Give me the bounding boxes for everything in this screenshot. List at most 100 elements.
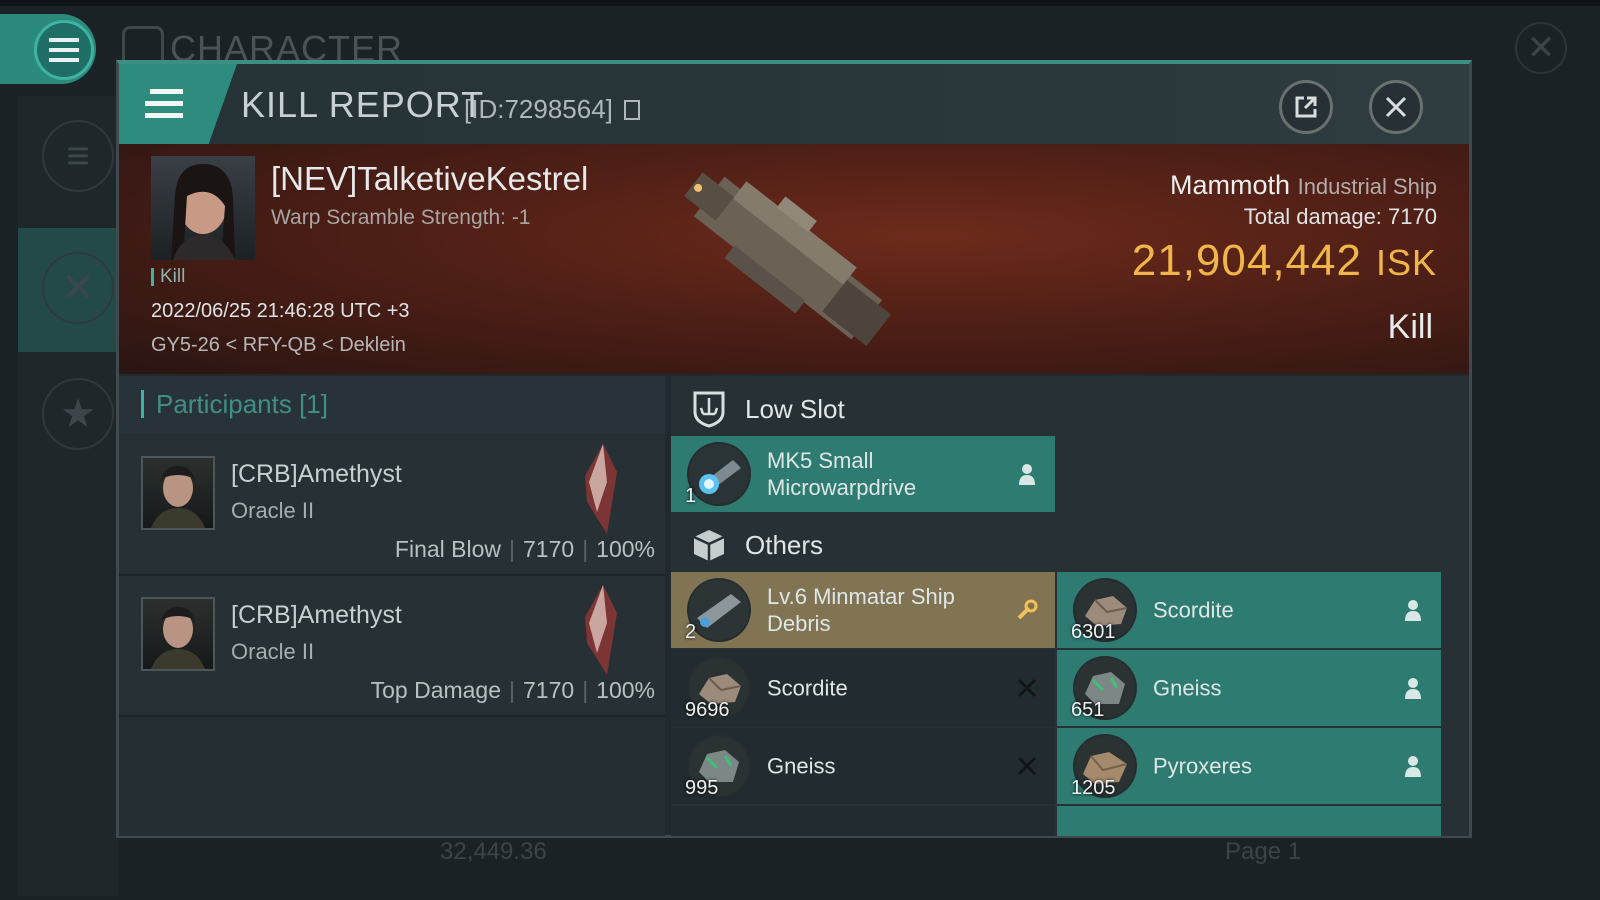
participant-portrait (151, 466, 205, 528)
item-quantity: 6301 (1071, 621, 1116, 643)
low-slot-header: Low Slot (671, 376, 1469, 442)
item-name: MK5 Small Microwarpdrive (767, 448, 917, 500)
person-icon (1399, 674, 1427, 702)
item-slot[interactable]: 995 Gneiss (671, 728, 1055, 804)
ship-type: Mammoth (1170, 170, 1291, 200)
ship-class: Industrial Ship (1297, 174, 1437, 199)
report-id: [ID:7298564] (464, 94, 641, 125)
background-sidebar (18, 96, 118, 896)
header-menu-button[interactable] (119, 64, 237, 144)
participant-role: Final Blow (394, 536, 502, 562)
copy-icon[interactable] (624, 100, 641, 120)
participant-name: [CRB]Amethyst (231, 460, 402, 488)
item-name: Scordite (1153, 597, 1234, 623)
isk-unit: ISK (1375, 242, 1437, 283)
oracle-ship-icon (585, 444, 617, 534)
victim-name[interactable]: [NEV]TalketiveKestrel (271, 160, 588, 198)
person-icon (1013, 460, 1041, 488)
page-indicator: Page 1 (1225, 838, 1302, 865)
item-quantity: 995 (685, 777, 719, 799)
isk-value: 21,904,442 ISK (1132, 236, 1437, 286)
sidebar-menu-icon[interactable]: ≡ (42, 120, 114, 192)
victim-avatar[interactable] (151, 156, 255, 260)
sidebar-combat-icon[interactable]: ✕ (42, 252, 114, 324)
item-name: Lv.6 Minmatar Ship Debris (767, 584, 955, 636)
close-button[interactable] (1369, 80, 1423, 134)
background-footer: 32,449.36 Page 1 (350, 838, 1570, 878)
participant-role: Top Damage (370, 677, 502, 703)
participant-ship: Oracle II (231, 639, 315, 664)
modal-header: KILL REPORT [ID:7298564] (119, 64, 1469, 144)
participant-ship: Oracle II (231, 498, 315, 523)
top-bar (0, 0, 1600, 6)
export-icon (1295, 96, 1317, 118)
x-icon (1013, 752, 1041, 780)
participants-panel: Participants [1] [CRB]Amethyst Oracle II… (119, 376, 665, 836)
participant-avatar[interactable] (141, 597, 215, 671)
kill-location[interactable]: GY5-26 < RFY-QB < Deklein (151, 334, 406, 357)
background-close-icon[interactable]: ✕ (1515, 22, 1567, 74)
item-name: Pyroxeres (1153, 753, 1253, 779)
others-header: Others (671, 512, 1469, 578)
item-quantity: 2 (685, 621, 697, 643)
participant-percent: 100% (596, 677, 655, 703)
ship-debris-icon (687, 578, 751, 642)
ship-name[interactable]: Mammoth Industrial Ship (1170, 170, 1437, 201)
item-slot-partial[interactable] (671, 806, 1055, 836)
item-quantity: 1205 (1071, 777, 1116, 799)
main-menu-button[interactable] (34, 20, 94, 80)
others-label: Others (745, 529, 824, 560)
item-name: Gneiss (1153, 675, 1222, 701)
participant-percent: 100% (596, 536, 655, 562)
report-id-text: [ID:7298564] (464, 94, 613, 124)
wallet-amount: 32,449.36 (440, 838, 547, 865)
participants-title: Participants [1] (141, 390, 328, 418)
victim-portrait (171, 164, 235, 260)
participant-portrait (151, 607, 205, 669)
participant-row[interactable]: [CRB]Amethyst Oracle II Top Damage | 7170 |… (119, 577, 665, 717)
item-slot-partial[interactable] (1057, 806, 1441, 836)
kill-report-modal: KILL REPORT [ID:7298564] [NEV]TalketiveK… (116, 60, 1472, 838)
person-icon (1399, 752, 1427, 780)
isk-amount: 21,904,442 (1131, 236, 1362, 285)
item-slot[interactable]: 2 Lv.6 Minmatar Ship Debris (671, 572, 1055, 648)
sidebar-star-icon[interactable]: ★ (42, 378, 114, 450)
oracle-ship-icon (585, 585, 617, 675)
participant-avatar[interactable] (141, 456, 215, 530)
item-quantity: 1 (685, 485, 697, 507)
participant-stats: Top Damage | 7170 | 100% (370, 677, 655, 703)
item-slot[interactable]: 1205 Pyroxeres (1057, 728, 1441, 804)
item-name: Scordite (767, 675, 848, 701)
microwarpdrive-icon (687, 442, 751, 506)
participants-header: Participants [1] (119, 376, 665, 434)
participant-name: [CRB]Amethyst (231, 601, 402, 629)
total-damage: Total damage: 7170 (1244, 204, 1437, 230)
menu-icon (49, 38, 79, 62)
kill-datetime: 2022/06/25 21:46:28 UTC +3 (151, 300, 410, 322)
module-slot[interactable]: 1 MK5 Small Microwarpdrive (671, 436, 1055, 512)
menu-icon (145, 89, 183, 118)
person-icon (1399, 596, 1427, 624)
item-name: Gneiss (767, 753, 836, 779)
low-slot-label: Low Slot (745, 393, 845, 424)
modal-title: KILL REPORT (241, 84, 485, 125)
item-slot[interactable]: 9696 Scordite (671, 650, 1055, 726)
participant-row[interactable]: [CRB]Amethyst Oracle II Final Blow | 7170 |… (119, 436, 665, 576)
wrench-icon (1013, 596, 1041, 624)
participant-damage: 7170 (523, 536, 575, 562)
fitting-panel: Low Slot 1 MK5 Small Microwarpdrive Othe… (671, 376, 1469, 836)
x-icon (1013, 674, 1041, 702)
item-slot[interactable]: 6301 Scordite (1057, 572, 1441, 648)
close-icon (1385, 96, 1407, 118)
low-slot-icon (693, 391, 725, 428)
victim-banner: [NEV]TalketiveKestrel Warp Scramble Stre… (119, 144, 1469, 374)
export-button[interactable] (1279, 80, 1333, 134)
item-slot[interactable]: 651 Gneiss (1057, 650, 1441, 726)
participant-damage: 7170 (523, 677, 575, 703)
participant-stats: Final Blow | 7170 | 100% (394, 536, 655, 562)
total-damage-value: 7170 (1388, 204, 1437, 229)
ship-render (684, 172, 892, 347)
item-quantity: 9696 (685, 699, 730, 721)
total-damage-label: Total damage: (1243, 204, 1382, 229)
cargo-box-icon (693, 530, 725, 561)
